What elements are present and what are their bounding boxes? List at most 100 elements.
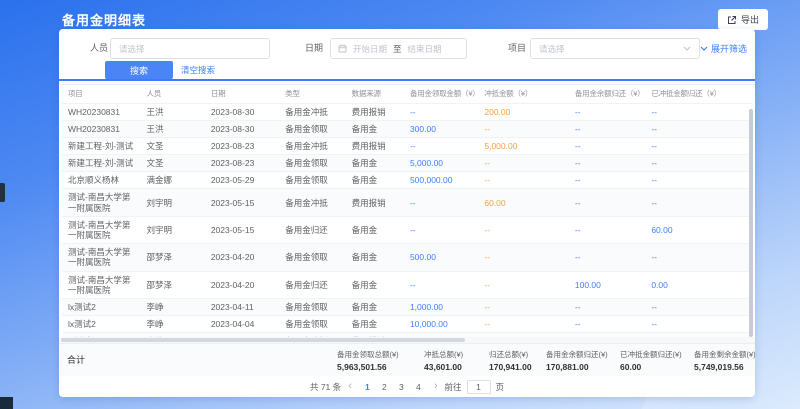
column-header: 冲抵金额（¥） [478, 85, 569, 103]
table-cell: 满金娜 [140, 172, 204, 189]
table-cell: 刘宇明 [140, 216, 204, 243]
table-row: 新建工程-刘-测试文圣2023-08-23备用金领取备用金5,000.00---… [62, 155, 752, 172]
summary-item-value: 170,941.00 [489, 362, 546, 372]
table-cell: 测试-南昌大学第一附属医院 [62, 244, 140, 271]
table-cell: 备用金 [346, 155, 404, 172]
table-cell: -- [645, 189, 752, 216]
column-header: 数据来源 [346, 85, 404, 103]
table-cell: 60.00 [478, 189, 569, 216]
chevron-down-icon [683, 46, 691, 51]
table-cell: -- [645, 137, 752, 154]
data-table: 项目人员日期类型数据来源备用金领取金额（¥）冲抵金额（¥）备用金余额归还（¥）已… [62, 85, 752, 337]
table-cell: 100.00 [569, 271, 645, 298]
expand-filters-label: 展开筛选 [711, 42, 747, 55]
summary-item-label: 已冲抵金额归还(¥) [620, 349, 694, 360]
filter-bar: 人员 请选择 日期 开始日期 至 结束日期 项目 请选择 展开筛选 [59, 29, 755, 84]
table-cell: 2023-05-15 [205, 216, 279, 243]
table-cell: 0.00 [645, 271, 752, 298]
date-end-input[interactable]: 结束日期 [408, 43, 442, 55]
table-cell: 2023-05-15 [205, 189, 279, 216]
clear-search-link[interactable]: 清空搜索 [181, 61, 215, 79]
goto-page-input[interactable] [467, 380, 491, 394]
page-number-button[interactable]: 1 [361, 382, 374, 392]
project-placeholder: 请选择 [539, 43, 565, 55]
side-panel-handle[interactable] [0, 183, 5, 202]
table-cell: 2023-04-11 [205, 298, 279, 315]
summary-item-value: 5,749,019.56 [694, 362, 755, 372]
page-number-button[interactable]: 2 [378, 382, 391, 392]
table-cell: 备用金 [346, 120, 404, 137]
table-cell: 备用金领取 [279, 120, 345, 137]
table-cell: lx测试2 [62, 316, 140, 333]
summary-item: 备用金剩余金额(¥)5,749,019.56 [694, 349, 755, 372]
corner-decoration [0, 397, 13, 409]
date-start-input[interactable]: 开始日期 [353, 43, 387, 55]
chevron-left-icon[interactable]: ‹ [346, 381, 354, 392]
project-select[interactable]: 请选择 [530, 38, 700, 59]
table-row: lx测试2李峥2023-04-11备用金领取备用金1,000.00------ [62, 298, 752, 315]
table-cell: -- [569, 216, 645, 243]
table-cell: -- [478, 244, 569, 271]
table-row: 新建工程-刘-测试文圣2023-08-23备用金冲抵费用报销--5,000.00… [62, 137, 752, 154]
column-header: 日期 [205, 85, 279, 103]
person-select[interactable]: 请选择 [110, 38, 270, 59]
column-header: 项目 [62, 85, 140, 103]
table-cell: 2023-08-23 [205, 137, 279, 154]
column-header: 已冲抵金额归还（¥） [645, 85, 752, 103]
vertical-scrollbar[interactable] [749, 109, 753, 337]
table-cell: -- [569, 298, 645, 315]
table-cell: 5,000.00 [478, 137, 569, 154]
table-cell: 北京顺义杨林 [62, 172, 140, 189]
table-cell: -- [645, 103, 752, 120]
project-filter-label: 项目 [508, 38, 526, 59]
page-title: 备用金明细表 [62, 10, 146, 29]
table-cell: 文圣 [140, 137, 204, 154]
table-cell: 备用金 [346, 244, 404, 271]
table-cell: WH20230831 [62, 103, 140, 120]
date-range-picker[interactable]: 开始日期 至 结束日期 [330, 38, 467, 59]
column-header: 备用金余额归还（¥） [569, 85, 645, 103]
table-cell: 2023-04-04 [205, 316, 279, 333]
summary-item-label: 冲抵总额(¥) [424, 349, 489, 360]
horizontal-scrollbar-thumb[interactable] [61, 338, 465, 342]
table-cell: 200.00 [478, 103, 569, 120]
table-cell: WH20230831 [62, 120, 140, 137]
table-cell: -- [569, 155, 645, 172]
chevron-down-icon [700, 46, 708, 51]
calendar-icon [338, 44, 347, 53]
table-cell: -- [569, 137, 645, 154]
pagination-total: 共 71 条 [310, 381, 341, 393]
table-cell: 费用报销 [346, 137, 404, 154]
search-button[interactable]: 搜索 [105, 61, 173, 79]
goto-label: 前往 [445, 381, 462, 393]
table-cell: 2023-05-29 [205, 172, 279, 189]
export-button[interactable]: 导出 [718, 9, 768, 30]
table-cell: 5,000.00 [404, 155, 478, 172]
table-cell: 备用金领取 [279, 244, 345, 271]
summary-item: 已冲抵金额归还(¥)60.00 [620, 349, 694, 372]
table-cell: -- [569, 172, 645, 189]
summary-item-label: 归还总额(¥) [489, 349, 546, 360]
content-card: 人员 请选择 日期 开始日期 至 结束日期 项目 请选择 展开筛选 [59, 29, 755, 397]
page-number-button[interactable]: 3 [395, 382, 408, 392]
date-separator: 至 [393, 43, 402, 55]
summary-item-value: 5,963,501.56 [337, 362, 424, 372]
table-cell: 2023-04-20 [205, 244, 279, 271]
table-cell: 备用金 [346, 172, 404, 189]
table-cell: 2023-08-30 [205, 103, 279, 120]
table-cell: 费用报销 [346, 189, 404, 216]
table-cell: -- [569, 189, 645, 216]
page-number-button[interactable]: 4 [412, 382, 425, 392]
column-header: 类型 [279, 85, 345, 103]
table-cell: 备用金归还 [279, 271, 345, 298]
chevron-right-icon[interactable]: › [432, 381, 440, 392]
table-cell: -- [645, 172, 752, 189]
table-cell: 测试-南昌大学第一附属医院 [62, 189, 140, 216]
table-cell: 500,000.00 [404, 172, 478, 189]
table-cell: 文圣 [140, 155, 204, 172]
summary-item-label: 备用金余额归还(¥) [546, 349, 620, 360]
table-cell: -- [645, 316, 752, 333]
table-cell: 10,000.00 [404, 316, 478, 333]
expand-filters-link[interactable]: 展开筛选 [700, 38, 747, 59]
table-cell: -- [569, 120, 645, 137]
